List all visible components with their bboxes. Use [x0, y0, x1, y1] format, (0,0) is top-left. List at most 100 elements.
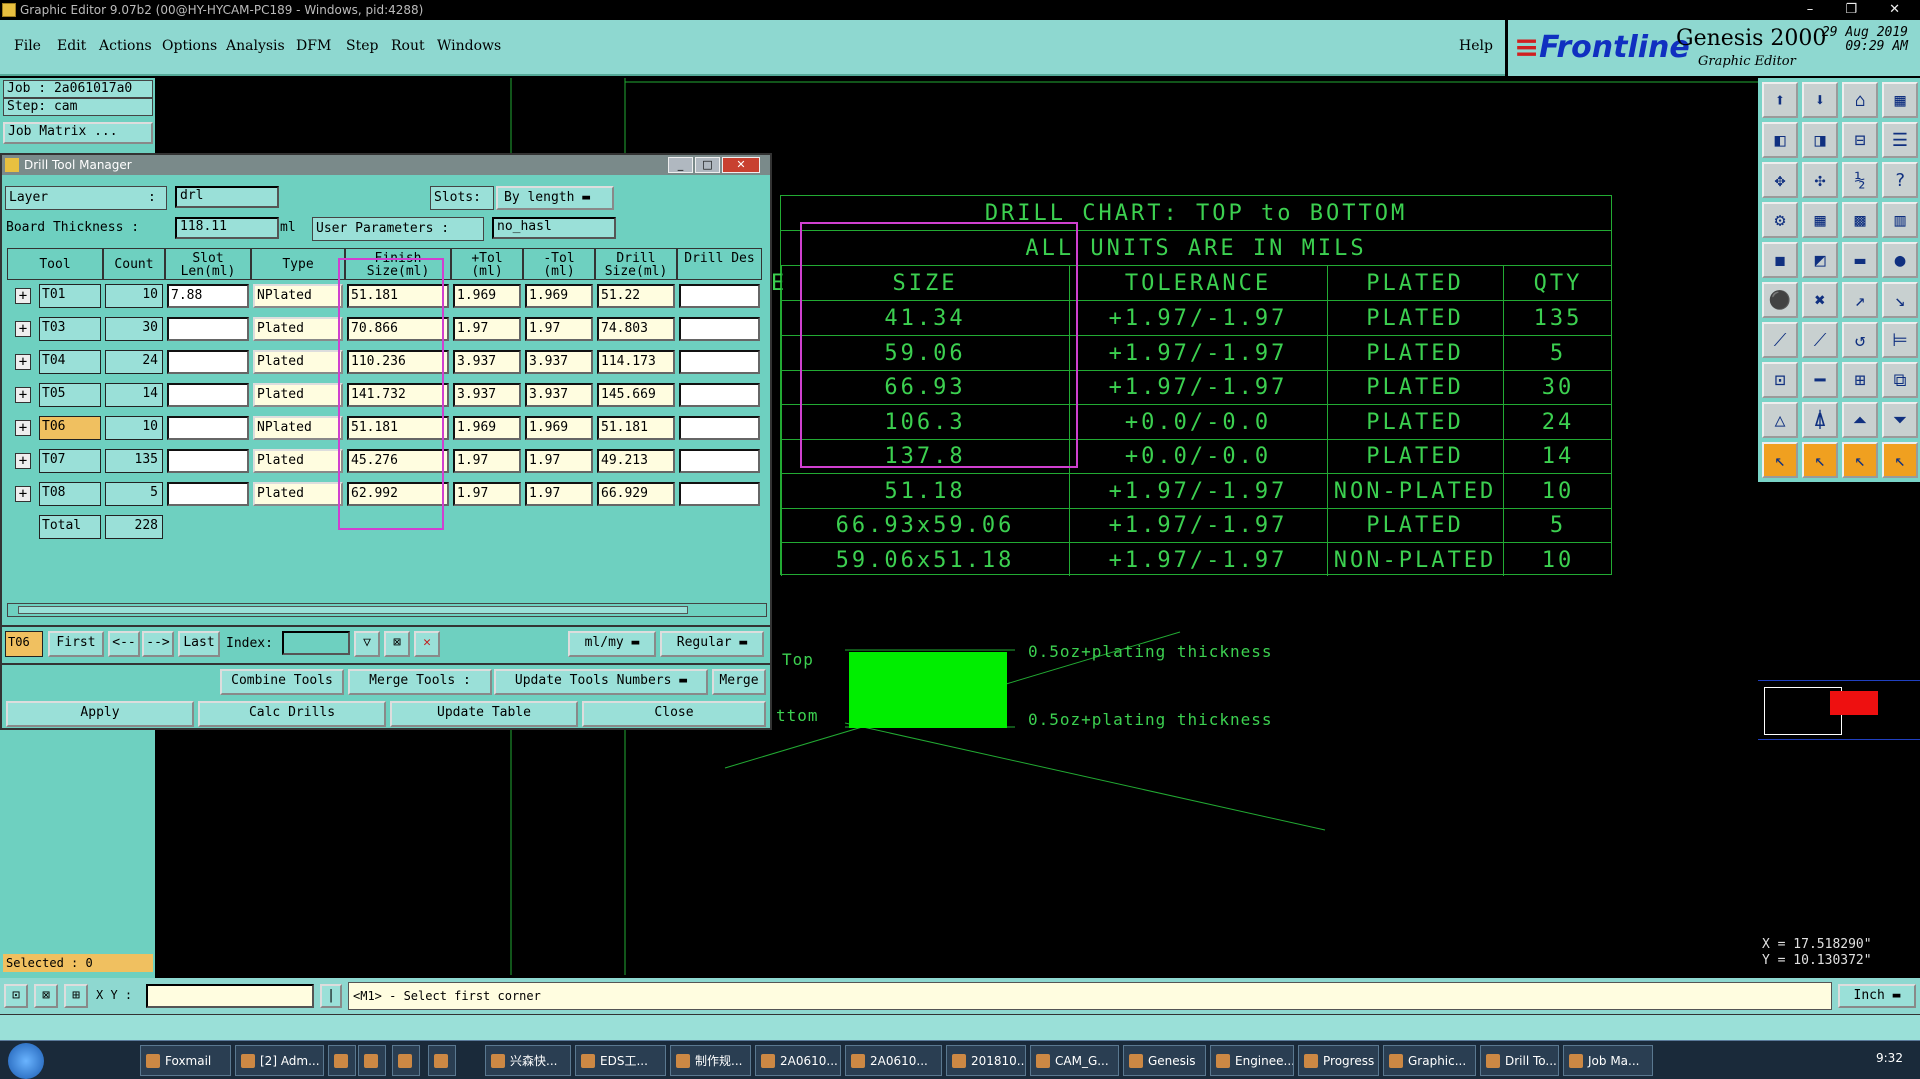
calc-drills-button[interactable]: Calc Drills: [198, 701, 386, 727]
expand-row-icon[interactable]: +: [15, 387, 31, 403]
job-matrix-button[interactable]: Job Matrix ...: [3, 122, 153, 144]
cell-ptol[interactable]: 3.937: [453, 383, 521, 407]
cell-slot[interactable]: [167, 383, 249, 407]
taskbar-item[interactable]: CAM_G...: [1030, 1045, 1119, 1076]
minimize-button[interactable]: _: [668, 157, 693, 173]
toolbar-tool-icon[interactable]: ▩: [1842, 202, 1878, 238]
cell-des[interactable]: [679, 416, 760, 440]
menu-windows[interactable]: Windows: [437, 38, 501, 54]
toolbar-tool-icon[interactable]: ▥: [1882, 202, 1918, 238]
filter-icon[interactable]: ▽: [354, 631, 380, 657]
toolbar-tool-icon[interactable]: ↗: [1842, 282, 1878, 318]
cell-ntol[interactable]: 1.97: [525, 317, 593, 341]
taskbar-item[interactable]: 201810...: [946, 1045, 1026, 1076]
toolbar-tool-icon[interactable]: ◼: [1762, 242, 1798, 278]
toolbar-tool-icon[interactable]: ▦: [1802, 202, 1838, 238]
user-parameters-field[interactable]: no_hasl: [492, 217, 616, 239]
start-button[interactable]: [8, 1043, 44, 1079]
toolbar-tool-icon[interactable]: ⊟: [1842, 122, 1878, 158]
index-field[interactable]: [282, 631, 350, 655]
taskbar-item[interactable]: 2A0610...: [755, 1045, 841, 1076]
cell-des[interactable]: [679, 317, 760, 341]
layer-field[interactable]: drl: [175, 186, 279, 208]
toolbar-tool-icon[interactable]: ↺: [1842, 322, 1878, 358]
toolbar-tool-icon[interactable]: ✖: [1802, 282, 1838, 318]
taskbar-item[interactable]: Job Ma...: [1563, 1045, 1653, 1076]
cell-ntol[interactable]: 1.969: [525, 284, 593, 308]
cell-ntol[interactable]: 3.937: [525, 383, 593, 407]
type-dropdown[interactable]: Plated: [253, 449, 343, 473]
window-controls[interactable]: – ❐ ✕: [1807, 0, 1914, 20]
taskbar-item[interactable]: Genesis: [1123, 1045, 1206, 1076]
toolbar-tool-icon[interactable]: ⟋: [1762, 322, 1798, 358]
next-button[interactable]: -->: [142, 631, 174, 657]
cell-ptol[interactable]: 3.937: [453, 350, 521, 374]
table-scrollbar[interactable]: [7, 603, 767, 617]
toolbar-tool-icon[interactable]: ●: [1882, 242, 1918, 278]
cell-ntol[interactable]: 1.969: [525, 416, 593, 440]
menu-step[interactable]: Step: [346, 38, 378, 54]
toolbar-tool-icon[interactable]: ⌂: [1842, 82, 1878, 118]
toolbar-tool-icon[interactable]: ⊨: [1882, 322, 1918, 358]
toolbar-tool-icon[interactable]: ◧: [1762, 122, 1798, 158]
cell-slot[interactable]: [167, 317, 249, 341]
toolbar-tool-icon[interactable]: ▬: [1842, 242, 1878, 278]
apply-button[interactable]: Apply: [6, 701, 194, 727]
cell-ptol[interactable]: 1.97: [453, 317, 521, 341]
menu-help[interactable]: Help: [1459, 38, 1493, 54]
cell-ptol[interactable]: 1.969: [453, 416, 521, 440]
toolbar-tool-icon[interactable]: ½: [1842, 162, 1878, 198]
cell-ntol[interactable]: 3.937: [525, 350, 593, 374]
cell-des[interactable]: [679, 482, 760, 506]
cell-ptol[interactable]: 1.969: [453, 284, 521, 308]
toolbar-tool-icon[interactable]: ⧉: [1882, 362, 1918, 398]
cross-icon[interactable]: ⊠: [34, 984, 58, 1008]
maximize-button[interactable]: □: [695, 157, 720, 173]
toolbar-tool-icon[interactable]: ━: [1802, 362, 1838, 398]
cell-drill[interactable]: 145.669: [597, 383, 675, 407]
taskbar-item[interactable]: EDS工...: [575, 1045, 666, 1076]
toolbar-tool-icon[interactable]: ↖: [1842, 442, 1878, 478]
type-dropdown[interactable]: Plated: [253, 317, 343, 341]
menu-rout[interactable]: Rout: [391, 38, 425, 54]
first-button[interactable]: First: [48, 631, 104, 657]
toolbar-tool-icon[interactable]: △: [1762, 402, 1798, 438]
expand-row-icon[interactable]: +: [15, 354, 31, 370]
toolbar-tool-icon[interactable]: ⏶: [1842, 402, 1878, 438]
combine-tools-button[interactable]: Combine Tools: [220, 669, 344, 695]
prev-button[interactable]: <--: [108, 631, 140, 657]
menu-options[interactable]: Options: [162, 38, 217, 54]
menu-dfm[interactable]: DFM: [296, 38, 331, 54]
toolbar-tool-icon[interactable]: ✥: [1762, 162, 1798, 198]
type-dropdown[interactable]: Plated: [253, 383, 343, 407]
taskbar-item[interactable]: 制作规...: [670, 1045, 751, 1076]
cell-slot[interactable]: [167, 449, 249, 473]
menu-actions[interactable]: Actions: [99, 38, 152, 54]
taskbar-item[interactable]: [428, 1045, 456, 1076]
taskbar-item[interactable]: [392, 1045, 420, 1076]
cell-drill[interactable]: 114.173: [597, 350, 675, 374]
toolbar-tool-icon[interactable]: ↖: [1802, 442, 1838, 478]
close-button[interactable]: Close: [582, 701, 766, 727]
cell-slot[interactable]: [167, 482, 249, 506]
close-window-button[interactable]: ✕: [722, 157, 760, 173]
cell-ntol[interactable]: 1.97: [525, 449, 593, 473]
toolbar-tool-icon[interactable]: ⚫: [1762, 282, 1798, 318]
minimap[interactable]: [1758, 680, 1920, 740]
cell-ptol[interactable]: 1.97: [453, 449, 521, 473]
slots-dropdown[interactable]: By length ▬: [496, 186, 614, 210]
expand-row-icon[interactable]: +: [15, 486, 31, 502]
delete-icon[interactable]: ✕: [414, 631, 440, 657]
cell-drill[interactable]: 51.22: [597, 284, 675, 308]
menu-file[interactable]: File: [14, 38, 41, 54]
toolbar-tool-icon[interactable]: ◩: [1802, 242, 1838, 278]
taskbar-item[interactable]: 兴森快...: [485, 1045, 571, 1076]
cell-drill[interactable]: 49.213: [597, 449, 675, 473]
units-selector[interactable]: Inch ▬: [1838, 984, 1916, 1008]
type-dropdown[interactable]: Plated: [253, 350, 343, 374]
taskbar-item[interactable]: 2A0610...: [845, 1045, 942, 1076]
cell-slot[interactable]: [167, 350, 249, 374]
taskbar-item[interactable]: [2] Adm...: [235, 1045, 324, 1076]
cell-des[interactable]: [679, 449, 760, 473]
scrollbar-thumb[interactable]: [18, 606, 688, 614]
